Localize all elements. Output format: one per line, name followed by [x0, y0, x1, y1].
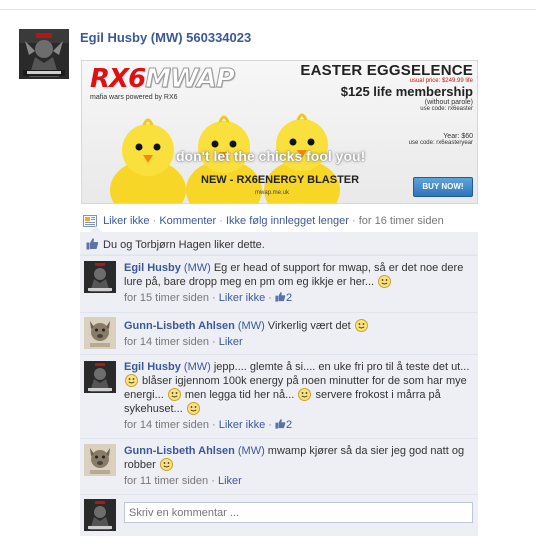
promo-year-price: Year: $60 — [443, 133, 473, 140]
post-actions: Liker ikke · Kommenter · Ikke følg innle… — [83, 215, 444, 228]
comment-like-link[interactable]: Liker — [219, 336, 243, 348]
likes-summary: Du og Torbjørn Hagen liker dette. — [80, 232, 478, 255]
buy-now-button[interactable]: BUY NOW! — [413, 177, 473, 197]
smiley-icon — [298, 388, 312, 401]
commenter-avatar[interactable] — [84, 444, 116, 476]
comments-section: Du og Torbjørn Hagen liker dette. Egil H… — [80, 232, 478, 536]
comment-input[interactable] — [124, 502, 473, 523]
comment-unlike-link[interactable]: Liker ikke — [219, 419, 265, 431]
promo-site: mwap.me.uk — [255, 190, 290, 196]
comment-like-link[interactable]: Liker — [218, 475, 242, 487]
thumbs-up-icon — [275, 292, 286, 302]
comment-meta: for 11 timer siden · Liker — [124, 475, 242, 487]
comment-body: Gunn-Lisbeth Ahlsen (MW) Virkerlig vært … — [124, 319, 472, 349]
comment-body: Egil Husby (MW) Eg er head of support fo… — [124, 261, 472, 305]
comment-timestamp[interactable]: for 14 timer siden — [124, 419, 209, 431]
post-author-avatar[interactable] — [19, 29, 69, 79]
comment-meta: for 15 timer siden · Liker ikke · 2 — [124, 292, 293, 304]
comment-timestamp[interactable]: for 14 timer siden — [124, 336, 209, 348]
comment-author-tag: (MW) — [237, 445, 265, 457]
comment-item: Egil Husby (MW) Eg er head of support fo… — [80, 255, 478, 312]
smiley-icon — [159, 458, 173, 471]
top-divider — [0, 9, 536, 10]
comment-like-count[interactable]: 2 — [286, 292, 292, 304]
promo-new-product: NEW - RX6ENERGY BLASTER — [201, 174, 360, 186]
smiley-icon — [354, 319, 368, 332]
promo-tagline: don't let the chicks fool you! — [176, 148, 366, 164]
comment-item: Egil Husby (MW) jepp.... glemte å si....… — [80, 354, 478, 438]
separator-dot: · — [219, 215, 226, 227]
smiley-icon — [186, 402, 200, 415]
promo-use-code-year: use code: rx6easteryear — [408, 140, 473, 146]
comment-item: Gunn-Lisbeth Ahlsen (MW) Virkerlig vært … — [80, 312, 478, 354]
commenter-avatar[interactable] — [84, 261, 116, 293]
comment-timestamp[interactable]: for 15 timer siden — [124, 292, 209, 304]
likes-suffix: liker dette. — [211, 239, 265, 251]
unfollow-post-link[interactable]: Ikke følg innlegget lenger — [226, 215, 349, 227]
separator-dot: · — [351, 215, 359, 227]
post-timestamp[interactable]: for 16 timer siden — [359, 215, 444, 227]
reply-row — [80, 494, 478, 536]
comment-author-link[interactable]: Egil Husby — [124, 262, 181, 274]
comment-body: Gunn-Lisbeth Ahlsen (MW) mwamp kjører så… — [124, 444, 472, 488]
logo-rx6: RX6 — [90, 64, 146, 94]
comment-item: Gunn-Lisbeth Ahlsen (MW) mwamp kjører så… — [80, 438, 478, 494]
smiley-icon — [378, 275, 392, 288]
comment-unlike-link[interactable]: Liker ikke — [219, 292, 265, 304]
thumbs-up-icon — [86, 238, 99, 250]
smiley-icon — [125, 374, 138, 387]
promo-title: EASTER EGGSELENCE — [300, 62, 473, 79]
post-author-name[interactable]: Egil Husby (MW) 560334023 — [80, 30, 251, 45]
comment-author-link[interactable]: Gunn-Lisbeth Ahlsen — [124, 445, 235, 457]
comment-post-link[interactable]: Kommenter — [159, 215, 216, 227]
smiley-icon — [167, 388, 181, 401]
comment-timestamp[interactable]: for 11 timer siden — [124, 475, 208, 487]
comment-text: men legga tid her nå... — [181, 389, 295, 401]
commenter-avatar[interactable] — [84, 317, 116, 349]
promo-year-block: Year: $60 use code: rx6easteryear — [409, 133, 473, 146]
comment-meta: for 14 timer siden · Liker ikke · 2 — [124, 419, 293, 431]
comment-like-count[interactable]: 2 — [286, 419, 292, 431]
promo-banner[interactable]: RX6MWAP mafia wars powered by RX6 EASTER… — [81, 60, 478, 204]
comment-author-tag: (MW) — [237, 320, 265, 332]
thumbs-up-icon — [275, 419, 286, 429]
comment-author-link[interactable]: Egil Husby — [124, 361, 181, 373]
unlike-post-link[interactable]: Liker ikke — [103, 215, 149, 227]
commenter-avatar[interactable] — [84, 361, 116, 393]
comment-body: Egil Husby (MW) jepp.... glemte å si....… — [124, 360, 472, 432]
comment-author-tag: (MW) — [183, 262, 211, 274]
likes-prefix: Du og — [103, 239, 136, 251]
comment-text: jepp.... glemte å si.... en uke fri pro … — [210, 361, 470, 373]
comment-author-tag: (MW) — [183, 361, 211, 373]
logo-mwap: MWAP — [145, 64, 236, 94]
current-user-avatar[interactable] — [84, 499, 116, 531]
liker-name-link[interactable]: Torbjørn Hagen — [135, 239, 211, 251]
comment-author-link[interactable]: Gunn-Lisbeth Ahlsen — [124, 320, 235, 332]
comment-meta: for 14 timer siden · Liker — [124, 336, 243, 348]
comment-text: Virkerlig vært det — [264, 320, 351, 332]
